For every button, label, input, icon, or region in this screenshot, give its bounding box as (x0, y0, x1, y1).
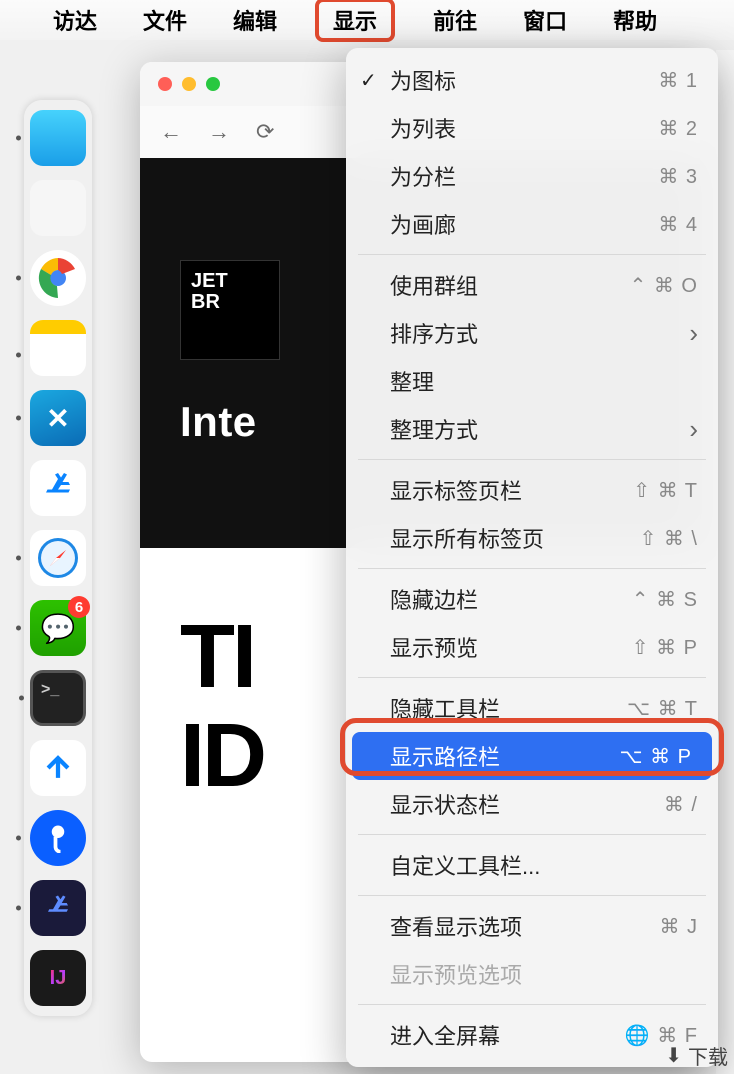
checkmark-icon: ✓ (360, 68, 377, 93)
menu-shortcut: ⌃ ⌘ S (632, 587, 698, 612)
menu-file[interactable]: 文件 (135, 0, 195, 40)
menu-separator (358, 677, 706, 678)
menubar: 访达 文件 编辑 显示 前往 窗口 帮助 (0, 0, 734, 40)
dock-appstore-icon[interactable] (30, 460, 86, 516)
menu-shortcut: ⌘ 4 (658, 212, 698, 237)
forward-icon[interactable]: → (208, 119, 230, 145)
menu-separator (358, 834, 706, 835)
download-icon: ⬇ (665, 1043, 682, 1068)
dock-launchpad-icon[interactable] (30, 180, 86, 236)
menu-shortcut: ⌥ ⌘ T (627, 696, 698, 721)
menu-item[interactable]: 整理 (346, 357, 718, 405)
menu-go[interactable]: 前往 (425, 0, 485, 40)
dock: ✕ 💬6 >_ IJ (24, 100, 92, 1016)
menu-item-label: 显示路径栏 (390, 740, 500, 772)
menu-shortcut: ⇧ ⌘ P (632, 635, 698, 660)
menu-finder[interactable]: 访达 (45, 0, 105, 40)
dock-chrome-icon[interactable] (30, 250, 86, 306)
dock-wechat-icon[interactable]: 💬6 (30, 600, 86, 656)
menu-item-label: 为图标 (390, 64, 456, 96)
downloads-label[interactable]: ⬇ 下载 (665, 1041, 728, 1070)
menu-item[interactable]: 自定义工具栏... (346, 841, 718, 889)
dock-notes-icon[interactable] (30, 320, 86, 376)
menu-item[interactable]: 为画廊 ⌘ 4 (346, 200, 718, 248)
dock-xcode-icon[interactable]: ✕ (30, 390, 86, 446)
dock-upload-icon[interactable] (30, 740, 86, 796)
right-edge-strip (716, 50, 734, 1074)
menu-separator (358, 895, 706, 896)
menu-item-label: 显示预览 (390, 631, 478, 663)
menu-item-label: 显示所有标签页 (390, 522, 544, 554)
menu-shortcut: ⌘ 2 (658, 116, 698, 141)
menu-separator (358, 254, 706, 255)
menu-window[interactable]: 窗口 (515, 0, 575, 40)
menu-shortcut: ⇧ ⌘ T (633, 478, 698, 503)
menu-item-label: 查看显示选项 (390, 910, 522, 942)
menu-item-label: 进入全屏幕 (390, 1019, 500, 1051)
zoom-icon[interactable] (206, 77, 220, 91)
menu-item: 显示预览选项 (346, 950, 718, 998)
menu-item[interactable]: 为列表 ⌘ 2 (346, 104, 718, 152)
menu-item-label: 隐藏工具栏 (390, 692, 500, 724)
jetbrains-logo: JET BR (180, 260, 280, 360)
menu-item[interactable]: 显示标签页栏 ⇧ ⌘ T (346, 466, 718, 514)
menu-separator (358, 568, 706, 569)
menu-item[interactable]: 隐藏边栏 ⌃ ⌘ S (346, 575, 718, 623)
menu-item-label: 自定义工具栏... (390, 849, 540, 881)
menu-shortcut: ⌘ 1 (658, 68, 698, 93)
menu-item[interactable]: 查看显示选项 ⌘ J (346, 902, 718, 950)
menu-separator (358, 1004, 706, 1005)
menu-shortcut: ⌘ J (659, 914, 698, 939)
menu-item-label: 显示状态栏 (390, 788, 500, 820)
menu-item-label: 显示预览选项 (390, 958, 522, 990)
menu-separator (358, 459, 706, 460)
menu-item[interactable]: 显示预览 ⇧ ⌘ P (346, 623, 718, 671)
menu-item-label: 隐藏边栏 (390, 583, 478, 615)
close-icon[interactable] (158, 77, 172, 91)
menu-item-label: 为画廊 (390, 208, 456, 240)
menu-edit[interactable]: 编辑 (225, 0, 285, 40)
menu-item[interactable]: 显示状态栏 ⌘ / (346, 780, 718, 828)
menu-shortcut: ⇧ ⌘ \ (640, 526, 698, 551)
menu-help[interactable]: 帮助 (605, 0, 665, 40)
menu-item[interactable]: 显示路径栏 ⌥ ⌘ P (352, 732, 712, 780)
intellij-label: IJ (50, 967, 67, 990)
menu-item-label: 使用群组 (390, 269, 478, 301)
back-icon[interactable]: ← (160, 119, 182, 145)
menu-item[interactable]: ✓ 为图标 ⌘ 1 (346, 56, 718, 104)
menu-item[interactable]: 排序方式 (346, 309, 718, 357)
menu-shortcut: ⌥ ⌘ P (620, 744, 693, 769)
reload-icon[interactable]: ⟳ (256, 119, 274, 145)
menu-item-label: 整理方式 (390, 413, 478, 445)
dock-finder-icon[interactable] (30, 110, 86, 166)
view-menu-dropdown: ✓ 为图标 ⌘ 1 为列表 ⌘ 2 为分栏 ⌘ 3 为画廊 ⌘ 4 使用群组 ⌃ ⌘ O 排序方式整理… (346, 48, 718, 1067)
menu-view[interactable]: 显示 (315, 0, 395, 42)
menu-item-label: 显示标签页栏 (390, 474, 522, 506)
dock-terminal-icon[interactable]: >_ (30, 670, 86, 726)
dock-safari-icon[interactable] (30, 530, 86, 586)
dock-intellij-icon[interactable]: IJ (30, 950, 86, 1006)
menu-item[interactable]: 显示所有标签页 ⇧ ⌘ \ (346, 514, 718, 562)
dock-sourcetree-icon[interactable] (30, 810, 86, 866)
menu-item[interactable]: 隐藏工具栏 ⌥ ⌘ T (346, 684, 718, 732)
menu-item[interactable]: 进入全屏幕🌐 ⌘ F (346, 1011, 718, 1059)
menu-shortcut: ⌘ 3 (658, 164, 698, 189)
menu-item[interactable]: 为分栏 ⌘ 3 (346, 152, 718, 200)
menu-item[interactable]: 使用群组 ⌃ ⌘ O (346, 261, 718, 309)
menu-shortcut: ⌘ / (664, 792, 698, 817)
menu-item-label: 排序方式 (390, 317, 478, 349)
menu-item-label: 为分栏 (390, 160, 456, 192)
menu-shortcut: ⌃ ⌘ O (630, 273, 698, 298)
menu-item[interactable]: 整理方式 (346, 405, 718, 453)
dock-devapp-icon[interactable] (30, 880, 86, 936)
menu-item-label: 为列表 (390, 112, 456, 144)
menu-item-label: 整理 (390, 365, 434, 397)
minimize-icon[interactable] (182, 77, 196, 91)
wechat-badge: 6 (68, 596, 90, 618)
